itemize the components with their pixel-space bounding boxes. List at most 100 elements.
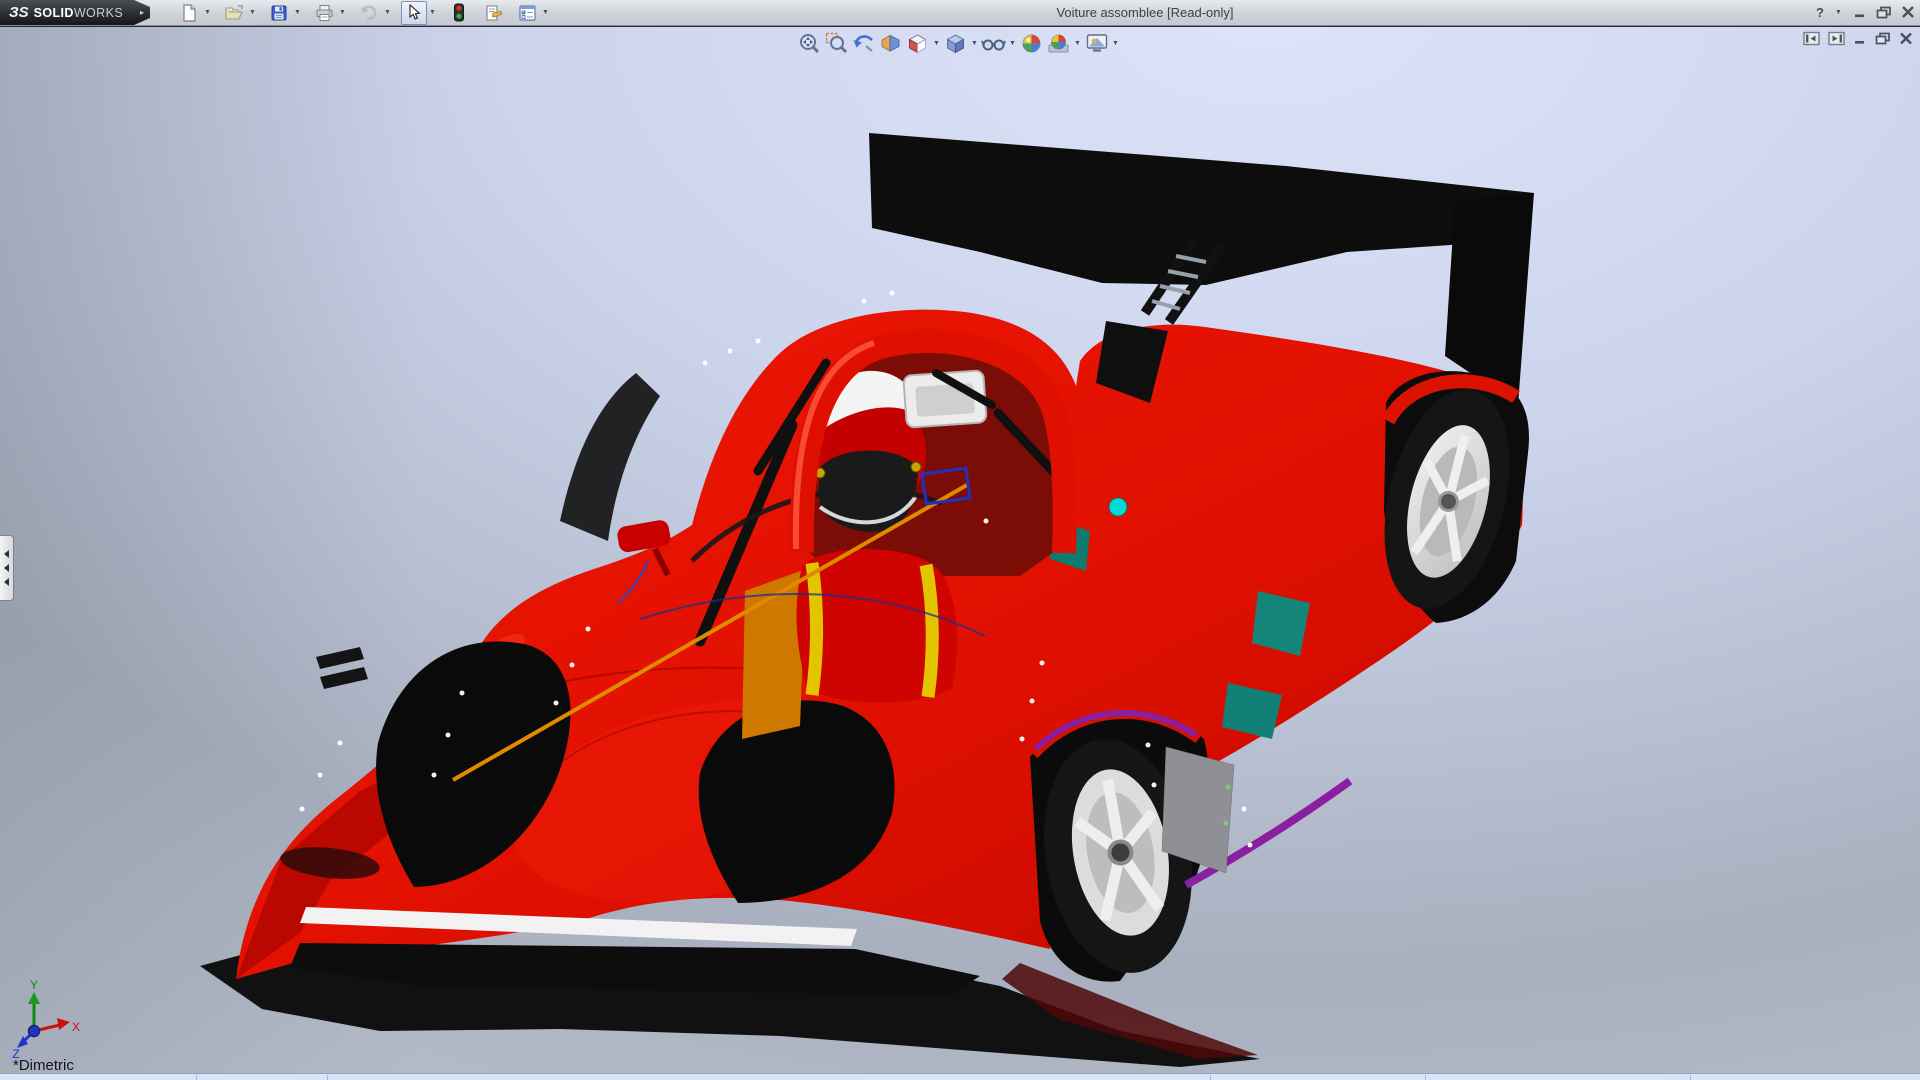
- options-button[interactable]: [514, 1, 540, 25]
- apply-scene-icon: [1047, 32, 1070, 55]
- display-style-icon: [944, 32, 967, 55]
- new-document-button[interactable]: [176, 1, 202, 25]
- help-button[interactable]: ?: [1816, 5, 1824, 20]
- triad-y-label: Y: [30, 978, 38, 992]
- view-orientation-icon: [906, 32, 929, 55]
- window-controls: ? ▼: [1816, 3, 1915, 21]
- file-properties-button[interactable]: [480, 1, 506, 25]
- section-view-button[interactable]: [877, 31, 904, 56]
- menu-expand-arrow-icon[interactable]: ▸: [134, 0, 150, 25]
- graphics-viewport[interactable]: Y X Z: [0, 26, 1920, 1080]
- solidworks-logo: ЗS SOLIDWORKS: [0, 0, 134, 25]
- windshield-glass: [560, 373, 660, 541]
- save-floppy-icon: [270, 4, 288, 22]
- collapse-arrow-icon: [4, 550, 9, 558]
- cyan-marker: [1109, 498, 1127, 516]
- undo-dropdown-arrow[interactable]: ▼: [382, 9, 393, 16]
- collapse-arrow-icon: [4, 578, 9, 586]
- save-button[interactable]: [266, 1, 292, 25]
- open-dropdown-arrow[interactable]: ▼: [247, 9, 258, 16]
- expand-right-panel-button[interactable]: [1828, 31, 1845, 46]
- near-wheel-hub: [1108, 840, 1133, 865]
- view-settings-button[interactable]: [1083, 31, 1110, 56]
- harness-strap: [926, 565, 932, 697]
- panel-fastener: [1224, 821, 1229, 826]
- feature-manager-collapsed-tab[interactable]: [0, 535, 14, 601]
- nose-vent: [316, 647, 364, 669]
- document-restore-button[interactable]: [1875, 32, 1891, 45]
- help-dropdown-arrow[interactable]: ▼: [1833, 9, 1844, 16]
- race-car[interactable]: [200, 133, 1534, 1067]
- select-button[interactable]: [401, 1, 427, 25]
- status-bar-divider: [1210, 1075, 1211, 1080]
- section-view-icon: [879, 32, 902, 55]
- view-orientation-button[interactable]: [904, 31, 931, 56]
- zoom-to-area-icon: [825, 32, 848, 55]
- triad-x-label: X: [72, 1020, 80, 1034]
- brand-works: WORKS: [74, 6, 123, 20]
- minimize-button[interactable]: [1853, 6, 1867, 18]
- edit-appearance-button[interactable]: [1018, 31, 1045, 56]
- undo-icon: [359, 4, 379, 22]
- heads-up-view-toolbar: ▼ ▼ ▼: [796, 31, 1121, 56]
- near-rear-wheel[interactable]: [1027, 709, 1350, 985]
- new-dropdown-arrow[interactable]: ▼: [202, 9, 213, 16]
- display-style-button[interactable]: [942, 31, 969, 56]
- close-button[interactable]: [1901, 6, 1915, 18]
- reference-triad: Y X Z: [12, 978, 80, 1061]
- visor-pivot: [911, 462, 921, 472]
- document-close-button[interactable]: [1899, 32, 1913, 45]
- collapse-arrow-icon: [4, 564, 9, 572]
- panel-fastener: [1226, 785, 1231, 790]
- status-bar-divider: [1425, 1075, 1426, 1080]
- select-cursor-icon: [406, 4, 422, 21]
- triad-origin: [29, 1026, 40, 1037]
- view-settings-icon: [1085, 32, 1109, 55]
- rebuild-traffic-light-icon: [453, 3, 465, 22]
- status-bar-divider: [327, 1075, 328, 1080]
- solidworks-logo-glyph: ЗS: [9, 4, 29, 21]
- zoom-to-fit-icon: [798, 32, 821, 55]
- view-orientation-label: *Dimetric: [13, 1057, 74, 1074]
- open-document-button[interactable]: [221, 1, 247, 25]
- side-gray-panel: [1162, 747, 1234, 873]
- document-minimize-button[interactable]: [1853, 32, 1867, 45]
- status-bar: [0, 1073, 1920, 1080]
- status-bar-divider: [1690, 1075, 1691, 1080]
- apply-scene-button[interactable]: [1045, 31, 1072, 56]
- previous-view-icon: [852, 32, 875, 55]
- open-folder-icon: [225, 4, 244, 22]
- print-dropdown-arrow[interactable]: ▼: [337, 9, 348, 16]
- undo-button[interactable]: [356, 1, 382, 25]
- print-button[interactable]: [311, 1, 337, 25]
- title-bar: ЗS SOLIDWORKS ▸ ▼ ▼: [0, 0, 1920, 26]
- view-orientation-dropdown-arrow[interactable]: ▼: [931, 40, 942, 47]
- previous-view-button[interactable]: [850, 31, 877, 56]
- apply-scene-dropdown-arrow[interactable]: ▼: [1072, 40, 1083, 47]
- print-icon: [315, 4, 334, 22]
- status-bar-divider: [196, 1075, 197, 1080]
- window-title: Voiture assomblee [Read-only]: [995, 5, 1295, 20]
- file-properties-icon: [484, 4, 503, 22]
- hide-show-items-button[interactable]: [980, 31, 1007, 56]
- new-document-icon: [180, 4, 198, 22]
- select-dropdown-arrow[interactable]: ▼: [427, 9, 438, 16]
- nose-vent: [320, 667, 368, 689]
- brand-solid: SOLID: [34, 6, 74, 20]
- eyeglasses-icon: [981, 32, 1006, 55]
- zoom-to-fit-button[interactable]: [796, 31, 823, 56]
- view-settings-dropdown-arrow[interactable]: ▼: [1110, 40, 1121, 47]
- appearance-ball-icon: [1020, 32, 1043, 55]
- save-dropdown-arrow[interactable]: ▼: [292, 9, 303, 16]
- harness-strap: [812, 563, 817, 695]
- model-scene[interactable]: Y X Z: [0, 26, 1920, 1080]
- restore-button[interactable]: [1876, 6, 1892, 19]
- rebuild-button[interactable]: [446, 1, 472, 25]
- zoom-to-area-button[interactable]: [823, 31, 850, 56]
- display-style-dropdown-arrow[interactable]: ▼: [969, 40, 980, 47]
- document-window-controls: [1803, 31, 1913, 46]
- hide-show-dropdown-arrow[interactable]: ▼: [1007, 40, 1018, 47]
- options-list-icon: [518, 4, 537, 22]
- collapse-left-panel-button[interactable]: [1803, 31, 1820, 46]
- options-dropdown-arrow[interactable]: ▼: [540, 9, 551, 16]
